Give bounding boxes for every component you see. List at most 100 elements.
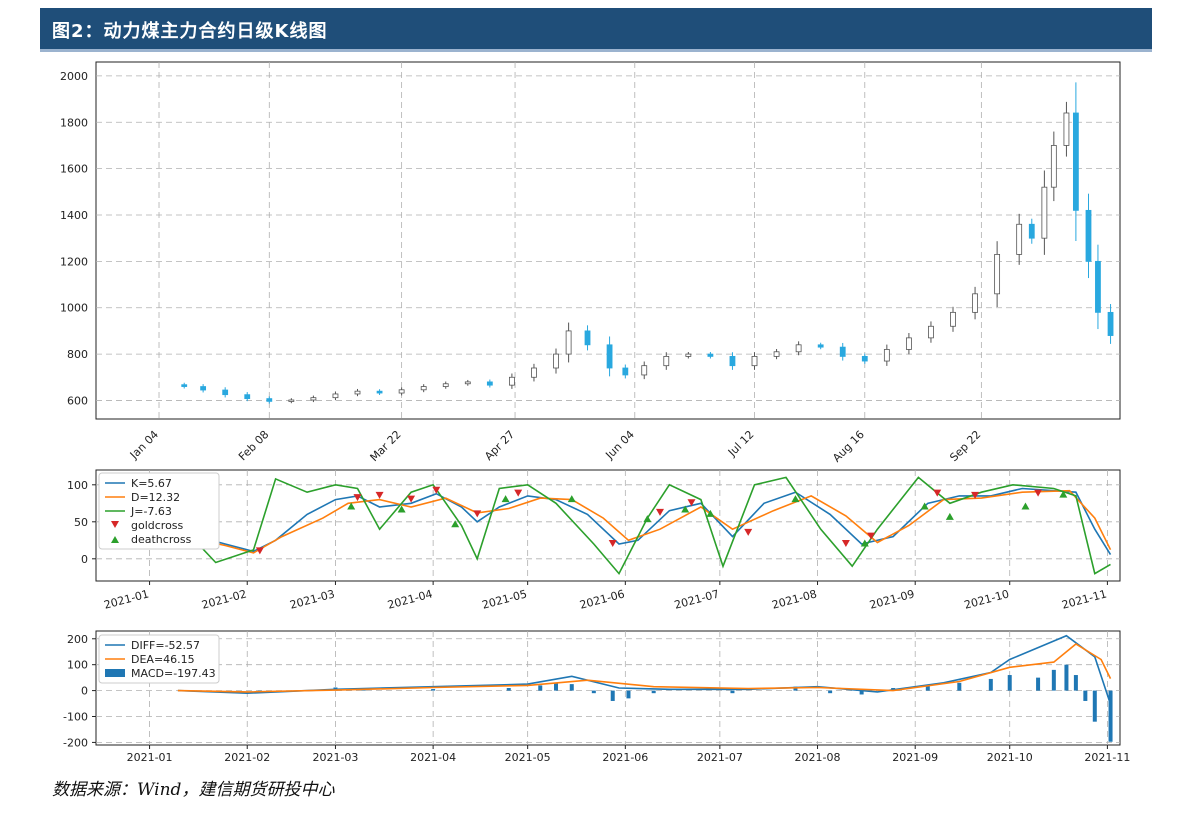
- candle-body: [222, 389, 229, 396]
- price-xtick-label-3: Apr 27: [482, 428, 517, 463]
- price-xtick-label-7: Sep 22: [947, 428, 983, 464]
- macd-bar: [431, 689, 436, 691]
- macd-ytick-label-0: -200: [63, 736, 88, 749]
- price-ytick-label-1: 800: [67, 348, 88, 361]
- candle-body: [1107, 311, 1114, 336]
- macd-bar: [828, 690, 833, 694]
- kdj-ytick-label-2: 100: [67, 479, 88, 492]
- candle-body: [883, 349, 890, 362]
- kdj-xtick-label-9: 2021-10: [963, 587, 1011, 611]
- price-ytick-label-3: 1200: [60, 255, 88, 268]
- candle-body: [244, 394, 251, 399]
- legend-label-1: DEA=46.15: [131, 653, 195, 666]
- candle-body: [663, 356, 670, 367]
- macd-xtick-label-7: 2021-08: [795, 751, 841, 764]
- kdj-xtick-label-8: 2021-09: [868, 587, 916, 611]
- legend-label-1: D=12.32: [131, 491, 180, 504]
- kdj-xtick-label-0: 2021-01: [103, 587, 151, 611]
- kdj-xtick-label-1: 2021-02: [200, 587, 248, 611]
- candle-body: [905, 337, 912, 350]
- macd-bar: [1007, 675, 1012, 691]
- price-ytick-label-0: 600: [67, 394, 88, 407]
- legend-label-4: deathcross: [131, 533, 192, 546]
- candle-body: [622, 367, 629, 376]
- price-xtick-label-1: Feb 08: [236, 428, 271, 463]
- macd-xtick-label-4: 2021-05: [505, 751, 551, 764]
- legend-label-0: K=5.67: [131, 477, 172, 490]
- legend-label-3: goldcross: [131, 519, 184, 532]
- macd-xtick-label-9: 2021-10: [987, 751, 1033, 764]
- price-xtick-label-6: Aug 16: [830, 428, 867, 465]
- macd-bar: [569, 684, 574, 691]
- macd-bar: [957, 682, 962, 691]
- candle-body: [606, 344, 613, 369]
- candle-body: [509, 376, 515, 386]
- macd-bar: [1092, 690, 1097, 722]
- candle-body: [685, 353, 692, 357]
- candle-body: [1063, 112, 1070, 146]
- candle-body: [442, 383, 449, 387]
- source-note: 数据来源：Wind，建信期货研投中心: [52, 780, 335, 800]
- macd-xtick-label-5: 2021-06: [602, 751, 648, 764]
- price-ytick-label-6: 1800: [60, 116, 88, 129]
- candle-body: [553, 353, 559, 369]
- macd-xtick-label-2: 2021-03: [312, 751, 358, 764]
- price-xtick-label-4: Jun 04: [602, 428, 636, 462]
- macd-bar: [1073, 675, 1078, 691]
- candle-body: [817, 344, 824, 348]
- candle-body: [707, 353, 714, 357]
- macd-xtick-label-10: 2021-11: [1084, 751, 1130, 764]
- candle-body: [376, 390, 383, 394]
- candle-body: [1041, 186, 1048, 239]
- price-ytick-label-7: 2000: [60, 70, 88, 83]
- macd-bar: [730, 690, 735, 694]
- kdj-xtick-label-2: 2021-03: [288, 587, 336, 611]
- candle-body: [641, 365, 648, 376]
- macd-xtick-label-8: 2021-09: [892, 751, 938, 764]
- candle-body: [531, 367, 537, 378]
- macd-bar: [1083, 690, 1088, 701]
- macd-bar: [506, 688, 511, 691]
- macd-ytick-label-4: 200: [67, 633, 88, 646]
- candle-body: [861, 356, 868, 362]
- candle-body: [1072, 112, 1079, 211]
- candle-body: [288, 399, 295, 402]
- macd-bar: [554, 682, 559, 691]
- candle-body: [928, 325, 934, 339]
- candle-body: [486, 381, 493, 386]
- candle-body: [565, 330, 572, 355]
- candle-body: [773, 351, 780, 357]
- kdj-xtick-label-6: 2021-07: [673, 587, 721, 611]
- candle-body: [950, 311, 956, 327]
- macd-ytick-label-3: 100: [67, 659, 88, 672]
- chart-canvas: 600800100012001400160018002000Jan 04 Feb …: [60, 61, 1130, 764]
- candle-body: [420, 386, 427, 391]
- macd-bar: [651, 690, 656, 694]
- price-ytick-label-5: 1600: [60, 163, 88, 176]
- candle-body: [1016, 223, 1023, 255]
- candle-body: [584, 330, 591, 346]
- macd-bar: [591, 690, 596, 694]
- candle-body: [994, 254, 1001, 295]
- macd-bar: [1051, 669, 1056, 691]
- macd-xtick-label-1: 2021-02: [224, 751, 270, 764]
- kdj-ytick-label-0: 0: [81, 553, 88, 566]
- candle-body: [266, 398, 273, 402]
- legend-label-2: J=-7.63: [130, 505, 172, 518]
- kdj-xtick-label-4: 2021-05: [481, 587, 529, 611]
- legend-label-2: MACD=-197.43: [131, 667, 216, 680]
- legend-label-0: DIFF=-52.57: [131, 639, 200, 652]
- price-ytick-label-4: 1400: [60, 209, 88, 222]
- price-xtick-label-0: Jan 04: [127, 428, 161, 462]
- macd-xtick-label-3: 2021-04: [410, 751, 456, 764]
- candle-body: [1085, 209, 1092, 262]
- candle-body: [1095, 260, 1101, 313]
- kdj-panel-frame: [95, 469, 1121, 582]
- macd-xtick-label-6: 2021-07: [697, 751, 743, 764]
- macd-bar: [1064, 664, 1069, 691]
- price-xtick-label-5: Jul 12: [725, 428, 757, 460]
- candle-body: [972, 293, 978, 313]
- candle-body: [310, 397, 317, 401]
- price-ytick-label-2: 1000: [60, 302, 88, 315]
- macd-ytick-label-1: -100: [63, 711, 88, 724]
